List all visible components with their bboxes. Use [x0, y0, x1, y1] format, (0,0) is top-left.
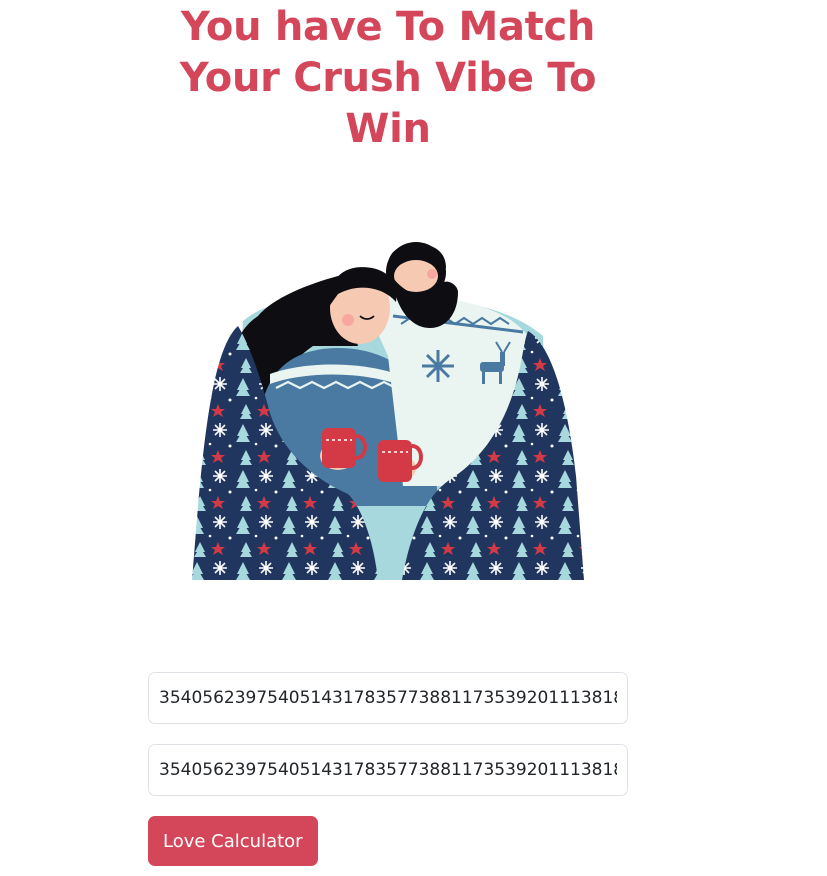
- page: You have To Match Your Crush Vibe To Win: [0, 0, 827, 876]
- couple-illustration: [192, 242, 584, 580]
- love-calculator-button[interactable]: Love Calculator: [148, 816, 318, 866]
- second-name-input[interactable]: [148, 744, 628, 796]
- page-title: You have To Match Your Crush Vibe To Win: [179, 4, 597, 152]
- first-name-input[interactable]: [148, 672, 628, 724]
